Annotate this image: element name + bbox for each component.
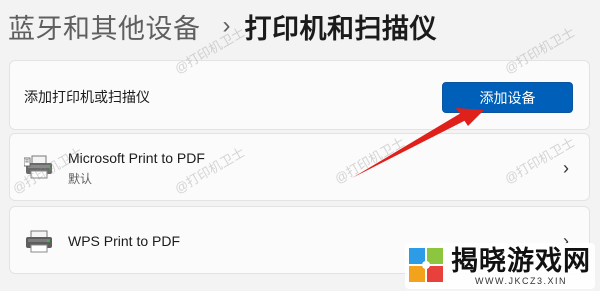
breadcrumb-parent[interactable]: 蓝牙和其他设备	[8, 7, 201, 46]
logo-url: WWW.JKCZ3.XIN	[475, 275, 567, 286]
logo-mark-icon	[409, 248, 443, 282]
printer-icon	[24, 155, 52, 179]
printer-status: 默认	[68, 172, 93, 186]
add-device-button[interactable]: 添加设备	[442, 82, 573, 113]
add-printer-card: 添加打印机或扫描仪 添加设备	[9, 60, 590, 130]
page-title: 打印机和扫描仪	[244, 13, 437, 44]
add-printer-label: 添加打印机或扫描仪	[24, 89, 150, 105]
logo-title: 揭晓游戏网	[451, 245, 591, 276]
chevron-right-icon[interactable]: ›	[563, 158, 569, 179]
printer-item[interactable]: Microsoft Print to PDF 默认 ›	[9, 133, 590, 201]
printer-name: WPS Print to PDF	[68, 233, 181, 249]
site-logo: 揭晓游戏网 WWW.JKCZ3.XIN	[405, 243, 595, 289]
printer-icon	[26, 230, 52, 253]
breadcrumb: 蓝牙和其他设备 › 打印机和扫描仪	[8, 6, 437, 46]
breadcrumb-separator-icon: ›	[222, 12, 231, 39]
printer-name: Microsoft Print to PDF	[68, 150, 205, 166]
